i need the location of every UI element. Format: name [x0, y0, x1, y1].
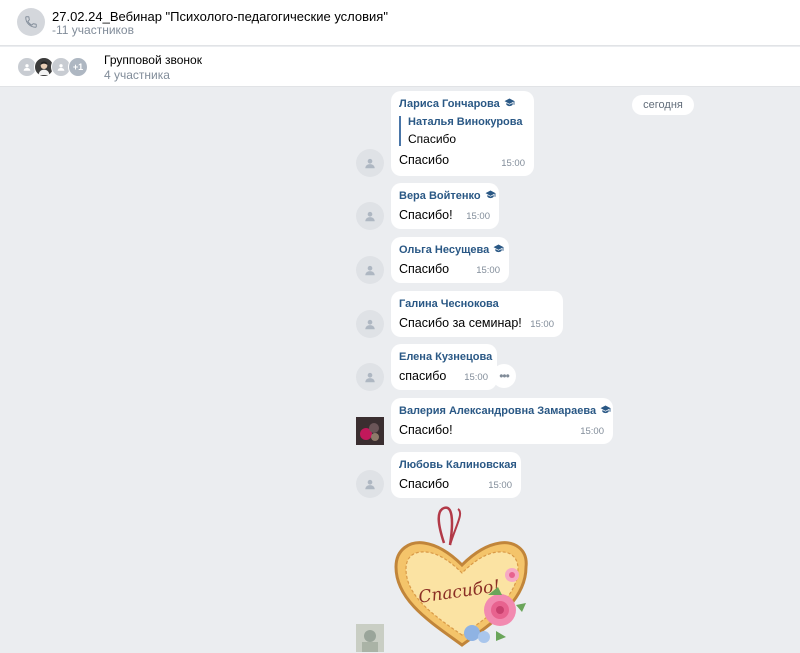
graduation-cap-icon [600, 405, 611, 417]
message-time: 15:00 [476, 265, 500, 276]
message-author[interactable]: Любовь Калиновская [399, 459, 517, 471]
message-time: 15:00 [530, 319, 554, 330]
chat-header: 27.02.24_Вебинар "Психолого-педагогическ… [0, 0, 800, 46]
message-bubble[interactable]: Лариса Гончарова Наталья Винокурова Спас… [391, 91, 534, 176]
group-call-label[interactable]: Групповой звонок [104, 53, 202, 67]
message-author[interactable]: Ольга Несущева [399, 244, 504, 256]
avatar[interactable] [356, 363, 384, 391]
graduation-cap-icon [504, 98, 515, 110]
avatar[interactable] [356, 149, 384, 177]
heart-thanks-sticker[interactable]: Спасибо! [392, 505, 532, 650]
message-author-name[interactable]: Ольга Несущева [399, 244, 489, 256]
date-divider: сегодня [632, 95, 694, 115]
message-bubble[interactable]: Любовь Калиновская Спасибо 15:00 [391, 452, 521, 498]
message-bubble[interactable]: Ольга Несущева Спасибо 15:00 [391, 237, 509, 283]
message-bubble[interactable]: Вера Войтенко Спасибо! 15:00 [391, 183, 499, 229]
message-time: 15:00 [580, 426, 604, 437]
message-bubble[interactable]: Елена Кузнецова спасибо 15:00 [391, 344, 497, 390]
message-author-name[interactable]: Любовь Калиновская [399, 459, 517, 471]
message-time: 15:00 [466, 211, 490, 222]
avatar[interactable] [356, 256, 384, 284]
message-time: 15:00 [501, 158, 525, 169]
message-bubble[interactable]: Валерия Александровна Замараева Спасибо!… [391, 398, 613, 444]
avatar[interactable] [356, 470, 384, 498]
message-author[interactable]: Вера Войтенко [399, 190, 496, 202]
message-author[interactable]: Елена Кузнецова [399, 351, 492, 363]
message-author[interactable]: Лариса Гончарова [399, 98, 525, 110]
message-author-name[interactable]: Галина Чеснокова [399, 298, 499, 310]
message-text: Спасибо! [399, 423, 453, 437]
message-author-name[interactable]: Елена Кузнецова [399, 351, 492, 363]
avatar[interactable] [356, 202, 384, 230]
message-author[interactable]: Галина Чеснокова [399, 298, 554, 310]
chat-members-count[interactable]: -11 участников [52, 23, 134, 37]
message-time: 15:00 [464, 372, 488, 383]
more-actions-icon[interactable]: ••• [492, 364, 516, 388]
message-author[interactable]: Валерия Александровна Замараева [399, 405, 611, 417]
reply-author: Наталья Винокурова [408, 116, 523, 128]
message-author-name[interactable]: Лариса Гончарова [399, 98, 500, 110]
reply-text: Спасибо [408, 132, 457, 146]
graduation-cap-icon [485, 190, 496, 202]
message-time: 15:00 [488, 480, 512, 491]
group-call-count: 4 участника [104, 68, 170, 82]
message-bubble[interactable]: Галина Чеснокова Спасибо за семинар! 15:… [391, 291, 563, 337]
phone-icon[interactable] [17, 8, 45, 36]
graduation-cap-icon [493, 244, 504, 256]
avatar[interactable] [356, 624, 384, 652]
group-call-bar[interactable]: +1 Групповой звонок 4 участника [0, 47, 800, 87]
chat-title[interactable]: 27.02.24_Вебинар "Психолого-педагогическ… [52, 9, 388, 24]
message-author-name[interactable]: Вера Войтенко [399, 190, 481, 202]
message-author-name[interactable]: Валерия Александровна Замараева [399, 405, 596, 417]
reply-quote[interactable]: Наталья Винокурова Спасибо [399, 116, 525, 146]
avatar[interactable] [356, 310, 384, 338]
avatar[interactable] [356, 417, 384, 445]
more-participants-badge: +1 [68, 57, 88, 77]
call-participants-avatars: +1 [17, 57, 88, 77]
